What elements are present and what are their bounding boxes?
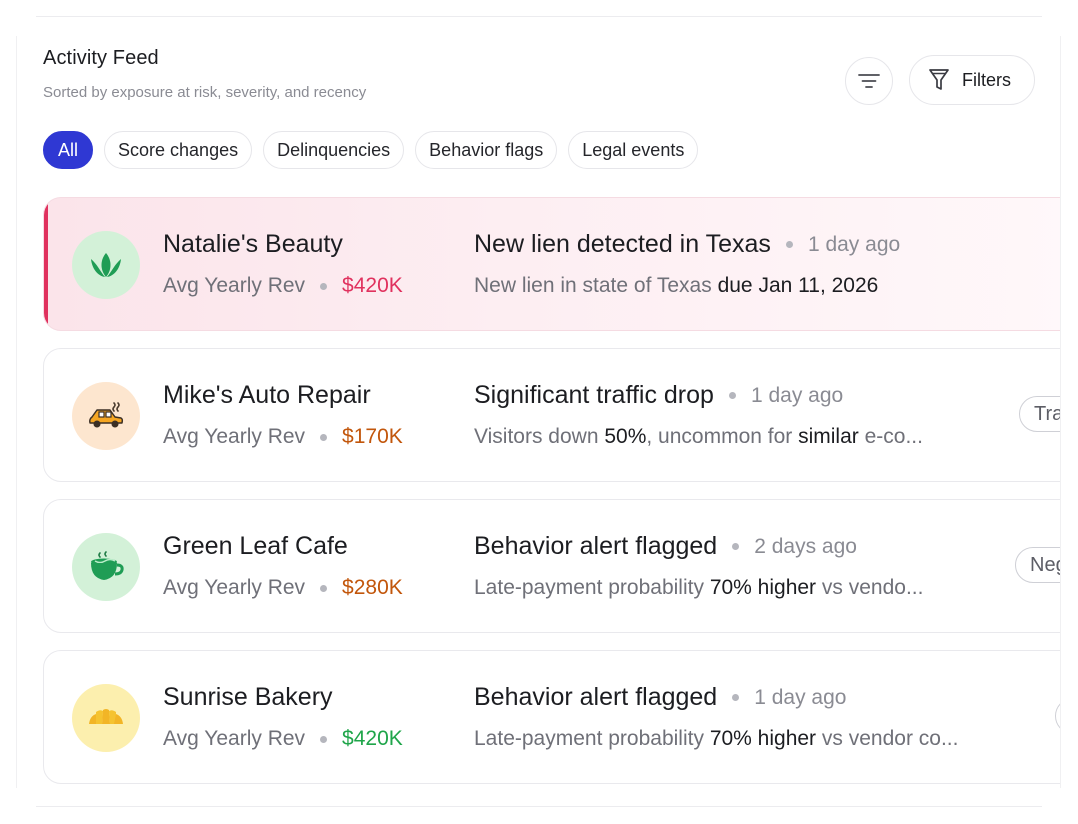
desc-text: vs vendor co...: [816, 727, 959, 750]
revenue-label: Avg Yearly Rev: [163, 576, 306, 599]
event-description: Late-payment probability 70% higher vs v…: [474, 727, 1034, 751]
revenue-label: Avg Yearly Rev: [163, 727, 306, 750]
desc-text: Late-payment probability: [474, 727, 710, 750]
feed-item-mikes-auto-repair[interactable]: Mike's Auto Repair Avg Yearly Rev $170K …: [43, 348, 1060, 482]
avatar: [72, 684, 140, 752]
revenue-value: $420K: [342, 727, 403, 750]
desc-text: vs vendo...: [816, 576, 924, 599]
page-subtitle: Sorted by exposure at risk, severity, an…: [43, 84, 367, 101]
event-time: 2 days ago: [754, 534, 857, 558]
lotus-icon: [91, 253, 121, 277]
event-title: Behavior alert flagged: [474, 532, 718, 560]
filters-button[interactable]: Filters: [909, 55, 1035, 105]
feed-item-green-leaf-cafe[interactable]: Green Leaf Cafe Avg Yearly Rev $280K Beh…: [43, 499, 1060, 633]
separator-dot: [728, 392, 736, 399]
activity-feed-panel: Activity Feed Sorted by exposure at risk…: [17, 17, 1060, 806]
separator-dot: [320, 735, 328, 743]
revenue-label: Avg Yearly Rev: [163, 425, 306, 448]
sort-icon: [858, 74, 880, 88]
revenue-label: Avg Yearly Rev: [163, 274, 306, 297]
event-tag[interactable]: Neg: [1015, 547, 1060, 583]
croissant-icon: [89, 709, 123, 724]
revenue-row: Avg Yearly Rev $170K: [163, 425, 403, 449]
sort-button[interactable]: [845, 57, 893, 105]
desc-highlight: 50%: [604, 425, 647, 448]
desc-highlight: similar: [798, 425, 859, 448]
chip-legal-events[interactable]: Legal events: [568, 131, 699, 169]
event-title: Behavior alert flagged: [474, 683, 718, 711]
chip-score-changes[interactable]: Score changes: [104, 131, 253, 169]
filter-funnel-icon: [929, 69, 949, 90]
business-name: Natalie's Beauty: [163, 230, 343, 258]
event-tag[interactable]: Tra: [1019, 396, 1060, 432]
revenue-value: $280K: [342, 576, 403, 599]
event-title-row: Behavior alert flagged 2 days ago: [474, 532, 857, 561]
car-icon: [89, 402, 124, 428]
revenue-row: Avg Yearly Rev $280K: [163, 576, 403, 600]
business-name: Sunrise Bakery: [163, 683, 333, 711]
separator-dot: [320, 282, 328, 290]
separator-dot: [785, 241, 793, 248]
event-description: New lien in state of Texas due Jan 11, 2…: [474, 274, 1034, 298]
event-title-row: New lien detected in Texas 1 day ago: [474, 230, 900, 259]
feed-item-natalies-beauty[interactable]: Natalie's Beauty Avg Yearly Rev $420K Ne…: [43, 197, 1060, 331]
avatar: [72, 231, 140, 299]
event-title: New lien detected in Texas: [474, 230, 771, 258]
chip-all[interactable]: All: [43, 131, 94, 169]
event-time: 1 day ago: [807, 232, 901, 256]
desc-text: , uncommon for: [646, 425, 799, 448]
separator-dot: [732, 543, 740, 550]
desc-text: Late-payment probability: [474, 576, 710, 599]
event-tag[interactable]: [1055, 698, 1060, 734]
separator-dot: [320, 433, 328, 441]
event-time: 1 day ago: [754, 685, 847, 709]
alert-accent-bar: [44, 198, 48, 330]
desc-highlight: 70% higher: [709, 576, 817, 599]
business-name: Green Leaf Cafe: [163, 532, 348, 560]
event-title: Significant traffic drop: [474, 381, 714, 409]
separator-dot: [320, 584, 328, 592]
event-title-row: Significant traffic drop 1 day ago: [474, 381, 843, 410]
revenue-row: Avg Yearly Rev $420K: [163, 274, 403, 298]
avatar: [72, 533, 140, 601]
desc-highlight: due Jan 11, 2026: [717, 274, 879, 297]
event-time: 1 day ago: [750, 383, 844, 407]
panel-right-border: [1060, 36, 1061, 788]
bottom-divider: [36, 806, 1042, 807]
filter-chips: All Score changes Delinquencies Behavior…: [43, 131, 699, 169]
avatar: [72, 382, 140, 450]
chip-delinquencies[interactable]: Delinquencies: [263, 131, 405, 169]
filters-label: Filters: [962, 69, 1011, 90]
event-description: Late-payment probability 70% higher vs v…: [474, 576, 1034, 600]
revenue-row: Avg Yearly Rev $420K: [163, 727, 403, 751]
separator-dot: [732, 694, 740, 701]
chip-behavior-flags[interactable]: Behavior flags: [415, 131, 558, 169]
event-description: Visitors down 50%, uncommon for similar …: [474, 425, 1034, 449]
desc-text: Visitors down: [474, 425, 605, 448]
desc-text: e-co...: [858, 425, 923, 448]
desc-highlight: 70% higher: [709, 727, 817, 750]
revenue-value: $170K: [342, 425, 403, 448]
event-title-row: Behavior alert flagged 1 day ago: [474, 683, 846, 712]
coffee-cup-icon: [91, 551, 124, 580]
business-name: Mike's Auto Repair: [163, 381, 371, 409]
page-title: Activity Feed: [43, 47, 159, 69]
revenue-value: $420K: [342, 274, 403, 297]
desc-text: New lien in state of Texas: [474, 274, 718, 297]
feed-item-sunrise-bakery[interactable]: Sunrise Bakery Avg Yearly Rev $420K Beha…: [43, 650, 1060, 784]
